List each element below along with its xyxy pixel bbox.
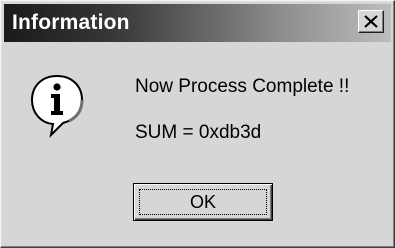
close-icon (364, 15, 378, 28)
dialog-title: Information (12, 11, 130, 34)
ok-button-label: OK (189, 192, 216, 212)
close-button[interactable] (358, 10, 384, 33)
information-icon (30, 74, 84, 138)
sum-text: SUM = 0xdb3d (135, 122, 262, 143)
message-text: Now Process Complete !! (135, 76, 350, 97)
information-dialog: Information Now Process Complete !! SUM … (0, 0, 395, 248)
title-bar[interactable]: Information (4, 4, 391, 42)
ok-button[interactable]: OK (133, 183, 273, 221)
